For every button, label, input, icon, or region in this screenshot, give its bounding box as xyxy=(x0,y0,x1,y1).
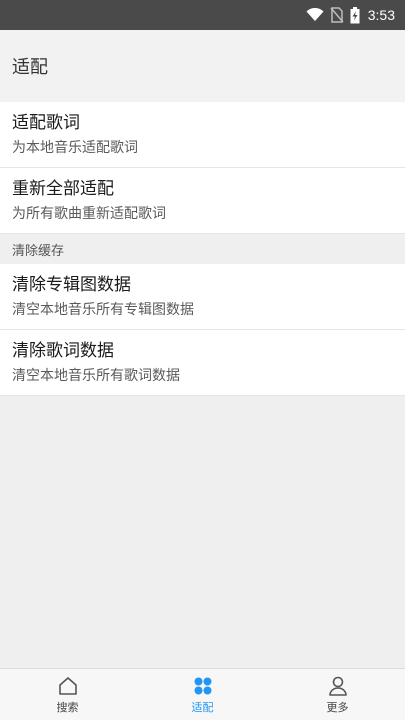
item-title: 清除歌词数据 xyxy=(12,340,114,361)
app-screen: 3:53 适配 适配歌词 为本地音乐适配歌词 重新全部适配 为所有歌曲重新适配歌… xyxy=(0,0,405,720)
settings-list: 适配歌词 为本地音乐适配歌词 重新全部适配 为所有歌曲重新适配歌词 清除缓存 清… xyxy=(0,102,405,396)
status-time: 3:53 xyxy=(367,7,395,23)
bottom-nav: 搜索 适配 更多 xyxy=(0,668,405,720)
grid-dots-icon xyxy=(191,675,215,697)
item-subtitle: 为所有歌曲重新适配歌词 xyxy=(12,205,166,222)
wifi-icon xyxy=(306,8,324,22)
status-bar: 3:53 xyxy=(0,0,405,30)
tab-search[interactable]: 搜索 xyxy=(0,669,135,720)
page-title: 适配 xyxy=(12,57,48,78)
title-bar: 适配 xyxy=(0,30,405,102)
readapt-all-item[interactable]: 重新全部适配 为所有歌曲重新适配歌词 xyxy=(0,168,405,234)
item-subtitle: 为本地音乐适配歌词 xyxy=(12,139,138,156)
user-icon xyxy=(326,675,350,697)
item-subtitle: 清空本地音乐所有专辑图数据 xyxy=(12,301,194,318)
item-subtitle: 清空本地音乐所有歌词数据 xyxy=(12,367,180,384)
item-title: 适配歌词 xyxy=(12,112,80,133)
no-sim-icon xyxy=(330,7,344,23)
battery-charging-icon xyxy=(350,6,360,24)
item-title: 重新全部适配 xyxy=(12,178,114,199)
clear-album-art-item[interactable]: 清除专辑图数据 清空本地音乐所有专辑图数据 xyxy=(0,264,405,330)
item-title: 清除专辑图数据 xyxy=(12,274,131,295)
tab-label: 更多 xyxy=(326,700,349,714)
tab-label: 适配 xyxy=(191,700,214,714)
tab-label: 搜索 xyxy=(56,700,79,714)
tab-adapt[interactable]: 适配 xyxy=(135,669,270,720)
section-header-clear-cache: 清除缓存 xyxy=(0,234,405,264)
clear-lyrics-data-item[interactable]: 清除歌词数据 清空本地音乐所有歌词数据 xyxy=(0,330,405,396)
home-icon xyxy=(56,675,80,697)
adapt-lyrics-item[interactable]: 适配歌词 为本地音乐适配歌词 xyxy=(0,102,405,168)
tab-more[interactable]: 更多 xyxy=(270,669,405,720)
